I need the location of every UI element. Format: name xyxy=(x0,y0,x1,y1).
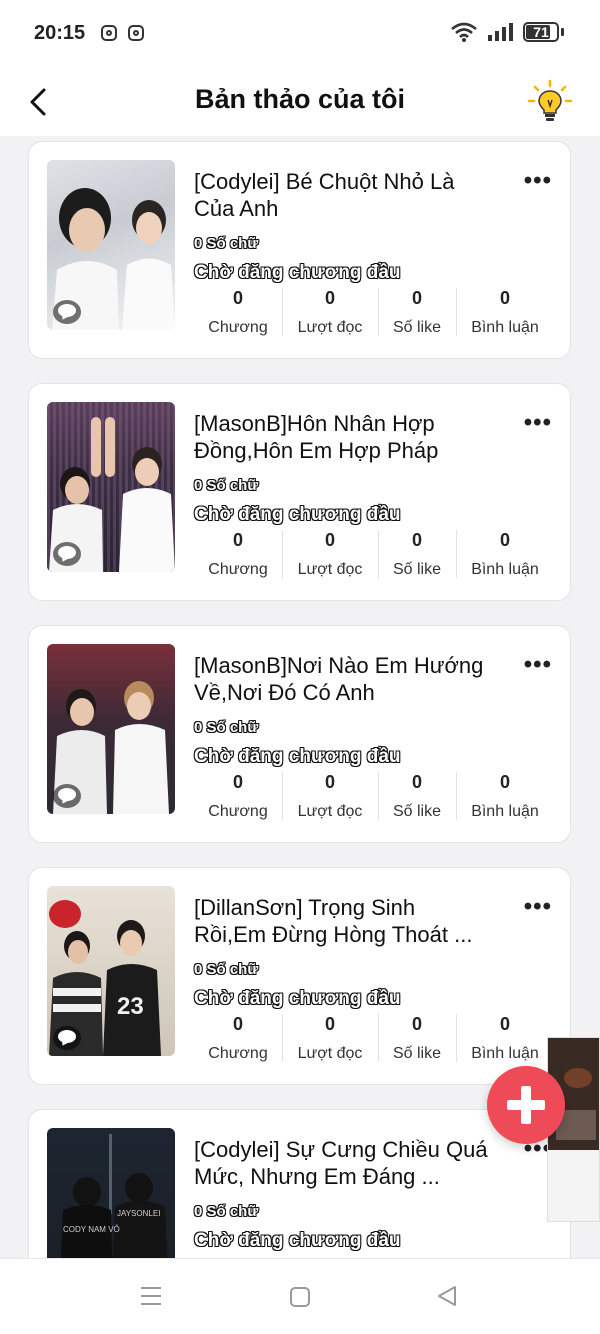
back-triangle-icon[interactable] xyxy=(436,1285,458,1307)
draft-card[interactable]: [MasonB]Nơi Nào Em Hướng Về,Nơi Đó Có An… xyxy=(28,625,571,843)
draft-card[interactable]: [MasonB]Hôn Nhân Hợp Đồng,Hôn Em Hợp Phá… xyxy=(28,383,571,601)
draft-card[interactable]: CODY NAM VỎ JAYSONLEI [Codylei] Sự Cưng … xyxy=(28,1109,571,1258)
svg-text:CODY NAM VỎ: CODY NAM VỎ xyxy=(63,1225,120,1234)
stats-row: 0 Chương 0 Lượt đọc 0 Số like 0 Bình luận xyxy=(194,1014,554,1064)
stat-comments: 0 Bình luận xyxy=(456,772,554,822)
more-options-icon[interactable]: ••• xyxy=(524,895,552,919)
cover-image xyxy=(47,160,175,330)
home-icon[interactable] xyxy=(289,1286,311,1308)
word-count: 0 Số chữ xyxy=(194,477,259,494)
stat-reads: 0 Lượt đọc xyxy=(282,1014,378,1064)
stat-chapters: 0 Chương xyxy=(208,772,268,820)
more-options-icon[interactable]: ••• xyxy=(524,653,552,677)
stat-comments: 0 Bình luận xyxy=(456,1014,554,1064)
draft-status: Chờ đăng chương đầu xyxy=(194,504,401,525)
draft-card[interactable]: [Codylei] Bé Chuột Nhỏ Là Của Anh ••• 0 … xyxy=(28,141,571,359)
stat-likes: 0 Số like xyxy=(378,530,456,580)
stat-chapters: 0 Chương xyxy=(208,530,268,578)
draft-title: [DillanSơn] Trọng Sinh Rồi,Em Đừng Hòng … xyxy=(194,895,473,947)
draft-status: Chờ đăng chương đầu xyxy=(194,746,401,767)
battery-level: 71 xyxy=(533,24,549,40)
svg-text:JAYSONLEI: JAYSONLEI xyxy=(117,1209,160,1218)
more-options-icon[interactable]: ••• xyxy=(524,169,552,193)
draft-title: [Codylei] Bé Chuột Nhỏ Là Của Anh xyxy=(194,169,455,221)
comment-bubble-icon xyxy=(53,1026,81,1050)
word-count: 0 Số chữ xyxy=(194,961,259,978)
stat-comments: 0 Bình luận xyxy=(456,530,554,580)
draft-card[interactable]: 23 [DillanSơn] Trọng Sinh Rồi,Em Đừng Hò… xyxy=(28,867,571,1085)
stat-chapters: 0 Chương xyxy=(208,288,268,336)
page-title: Bản thảo của tôi xyxy=(194,84,405,114)
draft-status: Chờ đăng chương đầu xyxy=(194,988,401,1009)
draft-status: Chờ đăng chương đầu xyxy=(194,262,401,283)
status-bar: 20:15 71 xyxy=(0,0,600,70)
cover-image xyxy=(47,644,175,814)
word-count: 0 Số chữ xyxy=(194,719,259,736)
svg-text:23: 23 xyxy=(117,993,144,1020)
comment-bubble-icon xyxy=(53,784,81,808)
draft-status: Chờ đăng chương đầu xyxy=(194,1230,401,1251)
word-count: 0 Số chữ xyxy=(194,1203,259,1220)
cover-image: 23 xyxy=(47,886,175,1056)
stat-likes: 0 Số like xyxy=(378,1014,456,1064)
cover-image xyxy=(47,402,175,572)
stat-comments: 0 Bình luận xyxy=(456,288,554,338)
draft-title: [MasonB]Hôn Nhân Hợp Đồng,Hôn Em Hợp Phá… xyxy=(194,411,439,463)
cover-image: CODY NAM VỎ JAYSONLEI xyxy=(47,1128,175,1258)
add-draft-button[interactable] xyxy=(487,1066,565,1144)
draft-title: [MasonB]Nơi Nào Em Hướng Về,Nơi Đó Có An… xyxy=(194,653,484,705)
stats-row: 0 Chương 0 Lượt đọc 0 Số like 0 Bình luận xyxy=(194,288,554,338)
stat-likes: 0 Số like xyxy=(378,288,456,338)
instagram-icon xyxy=(101,25,117,41)
stat-likes: 0 Số like xyxy=(378,772,456,822)
comment-bubble-icon xyxy=(53,542,81,566)
stats-row: 0 Chương 0 Lượt đọc 0 Số like 0 Bình luận xyxy=(194,530,554,580)
stat-reads: 0 Lượt đọc xyxy=(282,288,378,338)
stat-reads: 0 Lượt đọc xyxy=(282,772,378,822)
signal-icon xyxy=(488,23,513,41)
stats-row: 0 Chương 0 Lượt đọc 0 Số like 0 Bình luận xyxy=(194,772,554,822)
battery-icon: 71 xyxy=(523,22,559,42)
instagram-icon xyxy=(128,25,144,41)
word-count: 0 Số chữ xyxy=(194,235,259,252)
comment-bubble-icon xyxy=(53,300,81,324)
app-header: Bản thảo của tôi xyxy=(0,70,600,136)
stat-reads: 0 Lượt đọc xyxy=(282,530,378,580)
more-options-icon[interactable]: ••• xyxy=(524,411,552,435)
status-time: 20:15 xyxy=(34,22,86,44)
stat-chapters: 0 Chương xyxy=(208,1014,268,1062)
lightbulb-icon[interactable] xyxy=(526,78,574,126)
draft-title: [Codylei] Sự Cưng Chiều Quá Mức, Nhưng E… xyxy=(194,1137,488,1189)
wifi-icon xyxy=(451,22,477,42)
menu-icon[interactable] xyxy=(140,1285,162,1307)
system-nav-bar xyxy=(0,1258,600,1334)
